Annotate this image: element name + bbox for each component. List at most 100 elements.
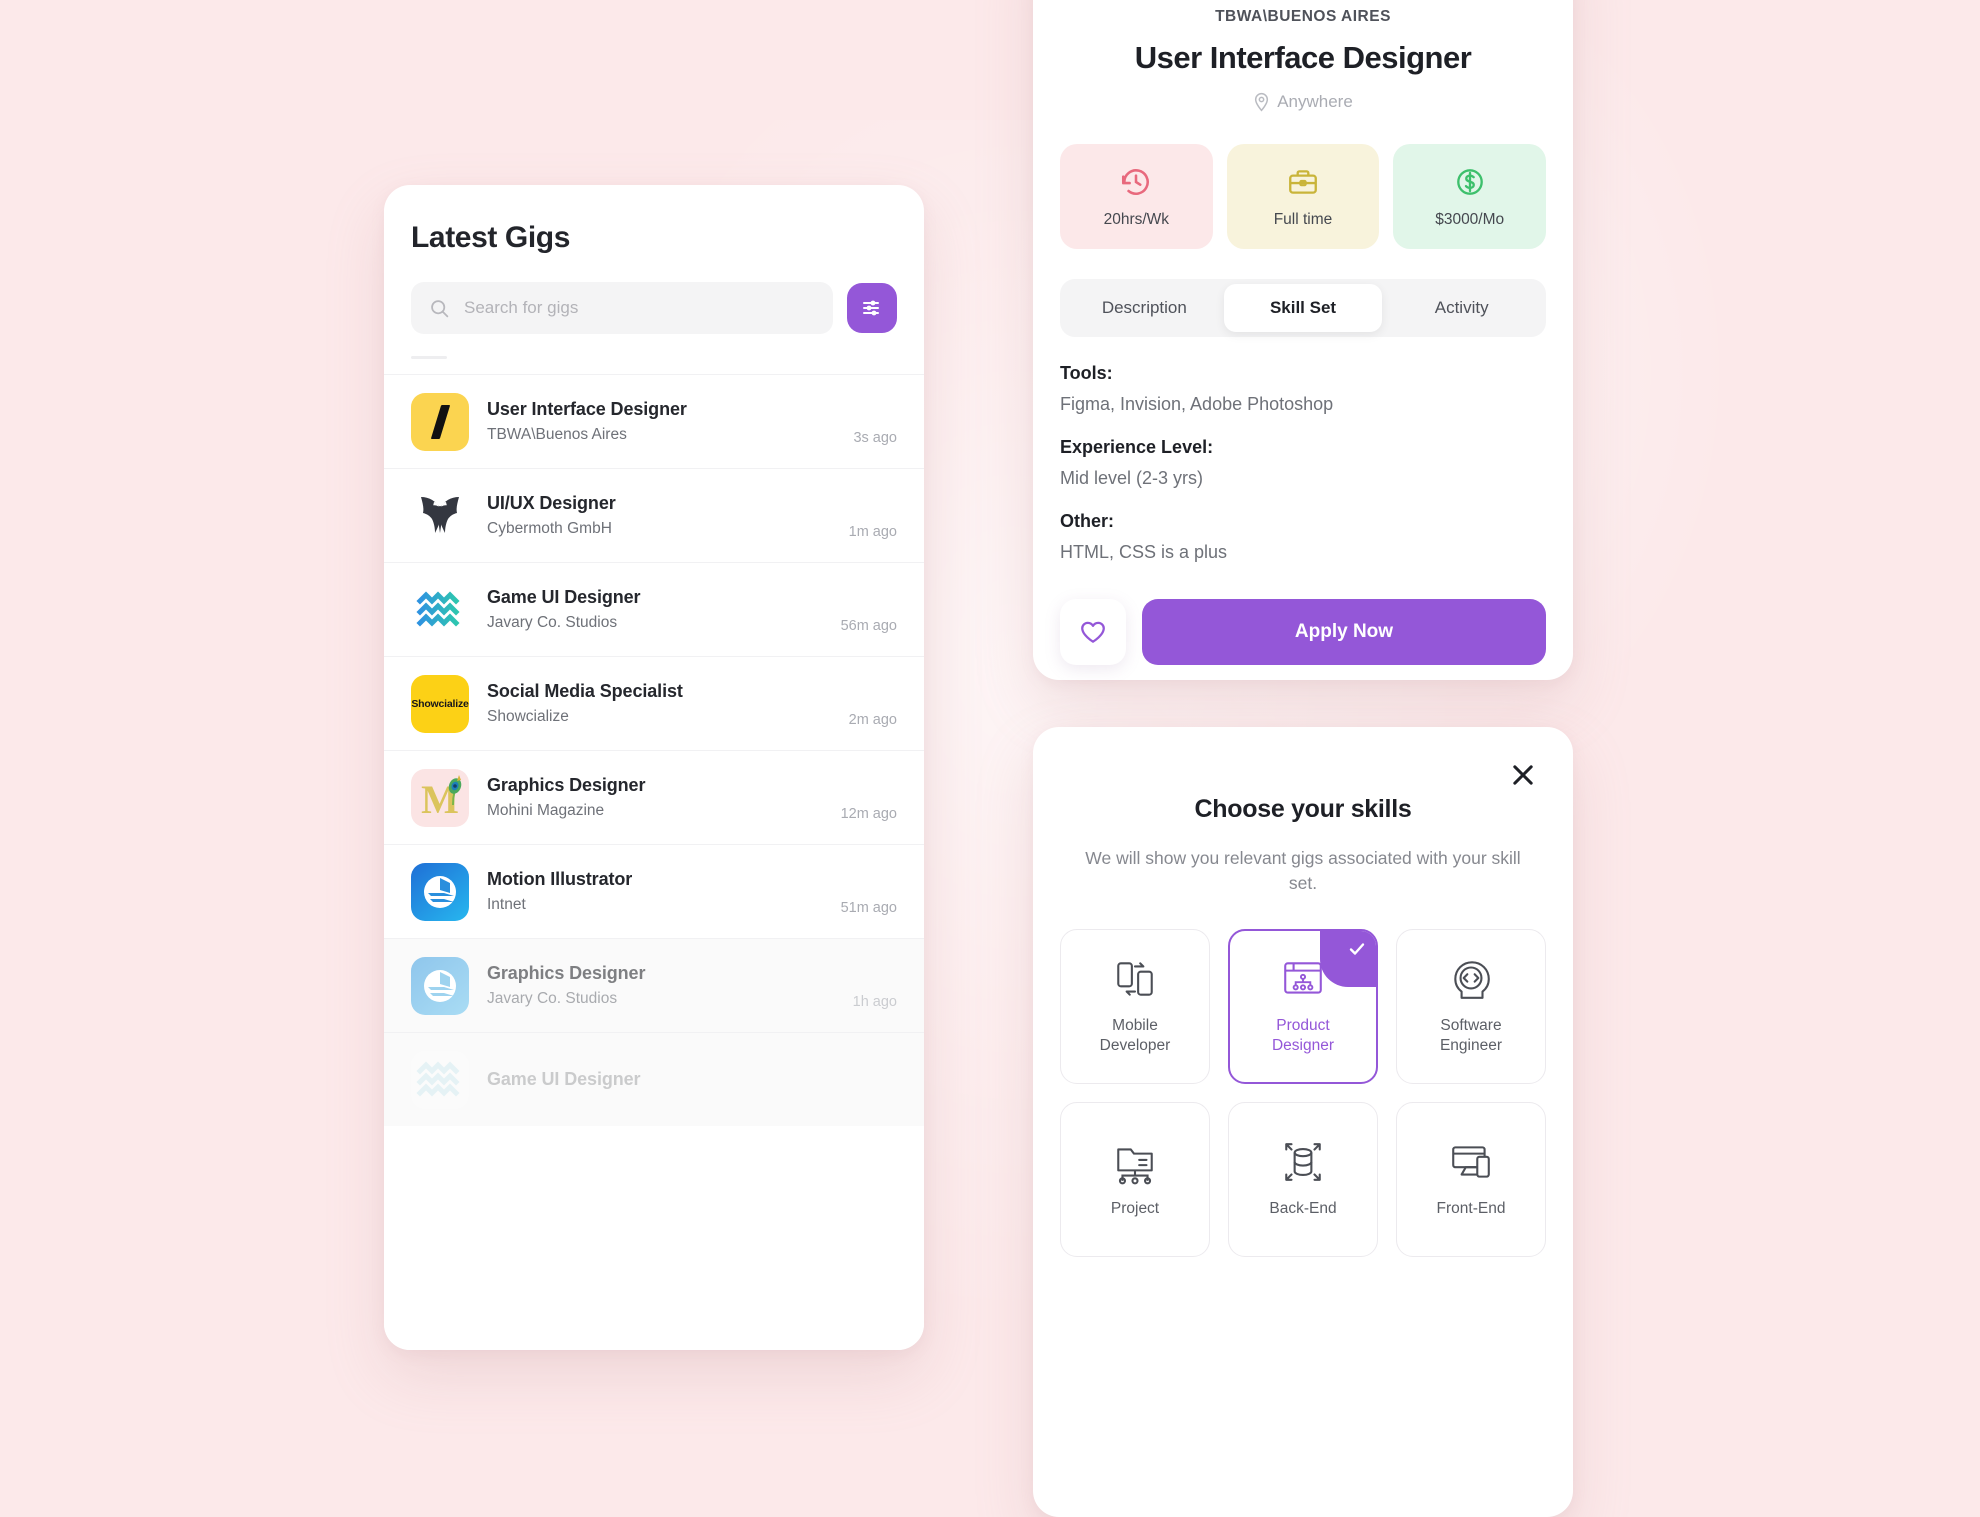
gig-role: Game UI Designer: [487, 1069, 641, 1089]
modal-subtitle: We will show you relevant gigs associate…: [1085, 848, 1521, 894]
list-item[interactable]: Graphics Designer Javary Co. Studios 1h …: [384, 938, 924, 1032]
list-bottom-fade: [384, 1230, 924, 1350]
heart-icon: [1081, 621, 1105, 643]
stat-pay: $3000/Mo: [1393, 144, 1547, 249]
skill-option-mobile-developer[interactable]: Mobile Developer: [1060, 928, 1210, 1084]
javary-waves-faded-logo: [411, 1050, 469, 1109]
skill-option-product-designer[interactable]: Product Designer: [1228, 928, 1378, 1084]
list-item[interactable]: User Interface Designer TBWA\Buenos Aire…: [384, 374, 924, 468]
skill-set-content: Tools: Figma, Invision, Adobe Photoshop …: [1060, 363, 1546, 563]
code-head-icon: [1454, 961, 1490, 999]
javary-waves-logo: [411, 580, 469, 639]
briefcase-icon: [1289, 169, 1317, 194]
gig-role: UI/UX Designer: [487, 493, 616, 513]
cybermoth-logo: [411, 486, 469, 545]
gig-role: Social Media Specialist: [487, 681, 683, 701]
search-row: Search for gigs: [411, 282, 897, 334]
check-icon: [1349, 943, 1365, 955]
close-button[interactable]: [1503, 755, 1543, 795]
selected-badge: [1320, 930, 1376, 987]
skill-options-grid: Mobile Developer Product Designer Softwa…: [1060, 928, 1546, 1257]
list-item[interactable]: Showcialize Social Media Specialist Show…: [384, 656, 924, 750]
list-item[interactable]: M Graphics Designer Mohini Magazine 12m …: [384, 750, 924, 844]
gig-role: Graphics Designer: [487, 963, 646, 983]
skill-option-label: Project: [1110, 1200, 1160, 1218]
clock-icon: [1122, 168, 1150, 195]
skill-option-project[interactable]: Project: [1060, 1101, 1210, 1257]
gig-role: Graphics Designer: [487, 775, 646, 795]
skill-option-label: Front-End: [1436, 1200, 1506, 1218]
skill-option-label: Software Engineer: [1439, 1017, 1503, 1055]
other-label: Other:: [1060, 511, 1114, 531]
intnet-emblem-icon: [424, 969, 456, 1002]
gig-company: Javary Co. Studios: [487, 614, 618, 631]
search-icon: [431, 299, 449, 317]
gig-time: 51m ago: [840, 900, 897, 916]
waves-icon: [416, 590, 460, 627]
list-item[interactable]: UI/UX Designer Cybermoth GmbH 1m ago: [384, 468, 924, 562]
skill-option-front-end[interactable]: Front-End: [1396, 1101, 1546, 1257]
gig-company: Showcialize: [487, 708, 569, 725]
search-placeholder: Search for gigs: [464, 298, 579, 317]
waves-icon: [416, 1060, 460, 1097]
skill-option-label: Mobile Developer: [1099, 1017, 1171, 1055]
gig-role: Motion Illustrator: [487, 869, 633, 889]
chip-row-stub: [411, 356, 447, 359]
job-actions: Apply Now: [1060, 599, 1546, 665]
stat-hours-label: 20hrs/Wk: [1103, 210, 1170, 228]
skill-option-software-engineer[interactable]: Software Engineer: [1396, 928, 1546, 1084]
modal-title: Choose your skills: [1194, 795, 1412, 823]
gig-company: Intnet: [487, 896, 526, 913]
gig-time: 2m ago: [848, 712, 897, 728]
experience-value: Mid level (2-3 yrs): [1060, 468, 1204, 488]
devices-icon: [1452, 1146, 1490, 1178]
tools-value: Figma, Invision, Adobe Photoshop: [1060, 394, 1334, 414]
gig-list: User Interface Designer TBWA\Buenos Aire…: [384, 374, 924, 1126]
gig-time: 1m ago: [848, 524, 897, 540]
peacock-feather-icon: [448, 774, 462, 805]
tools-label: Tools:: [1060, 363, 1113, 383]
database-arrows-icon: [1285, 1143, 1321, 1181]
intnet-faded-logo: [411, 956, 469, 1015]
gig-company: Javary Co. Studios: [487, 990, 618, 1007]
skill-option-label: Product Designer: [1271, 1017, 1335, 1055]
tab-activity[interactable]: Activity: [1382, 284, 1541, 332]
filter-button[interactable]: [847, 283, 897, 333]
job-location-label: Anywhere: [1277, 92, 1353, 111]
location-pin-icon: [1255, 92, 1269, 112]
job-detail-panel: TBWA\BUENOS AIRES User Interface Designe…: [1033, 0, 1573, 680]
dollar-icon: [1456, 168, 1483, 195]
gig-time: 1h ago: [852, 994, 897, 1010]
stat-hours: 20hrs/Wk: [1060, 144, 1213, 249]
tbwa-logo: [411, 392, 469, 451]
list-item[interactable]: Motion Illustrator Intnet 51m ago: [384, 844, 924, 938]
gig-role: User Interface Designer: [487, 399, 687, 419]
intnet-emblem-icon: [424, 875, 456, 908]
experience-label: Experience Level:: [1060, 437, 1214, 457]
skill-option-label: Back-End: [1269, 1200, 1337, 1218]
moth-icon: [421, 496, 459, 533]
job-title: User Interface Designer: [1134, 40, 1472, 75]
tab-skill-set[interactable]: Skill Set: [1223, 284, 1383, 332]
job-stats: 20hrs/Wk Full time $3000/Mo: [1060, 144, 1547, 249]
close-icon: [1513, 765, 1533, 785]
mobile-devices-icon: [1117, 962, 1153, 996]
gig-company: Mohini Magazine: [487, 802, 605, 819]
project-folder-icon: [1117, 1148, 1153, 1185]
list-item[interactable]: Game UI Designer: [384, 1032, 924, 1126]
gig-company: TBWA\Buenos Aires: [487, 426, 627, 443]
tab-description[interactable]: Description: [1065, 284, 1224, 332]
apply-now-button[interactable]: Apply Now: [1142, 599, 1546, 665]
skill-option-back-end[interactable]: Back-End: [1228, 1101, 1378, 1257]
gig-time: 3s ago: [853, 430, 897, 446]
favorite-button[interactable]: [1060, 599, 1126, 665]
job-location: Anywhere: [1060, 92, 1546, 112]
mohini-logo: M: [411, 768, 469, 827]
sliders-icon: [863, 300, 879, 316]
latest-gigs-panel: Latest Gigs Search for gigs User Interfa…: [384, 185, 924, 1350]
other-value: HTML, CSS is a plus: [1060, 542, 1228, 562]
search-input[interactable]: Search for gigs: [411, 282, 833, 334]
gigs-header: Latest Gigs Search for gigs: [384, 185, 924, 334]
gig-role: Game UI Designer: [487, 587, 641, 607]
list-item[interactable]: Game UI Designer Javary Co. Studios 56m …: [384, 562, 924, 656]
